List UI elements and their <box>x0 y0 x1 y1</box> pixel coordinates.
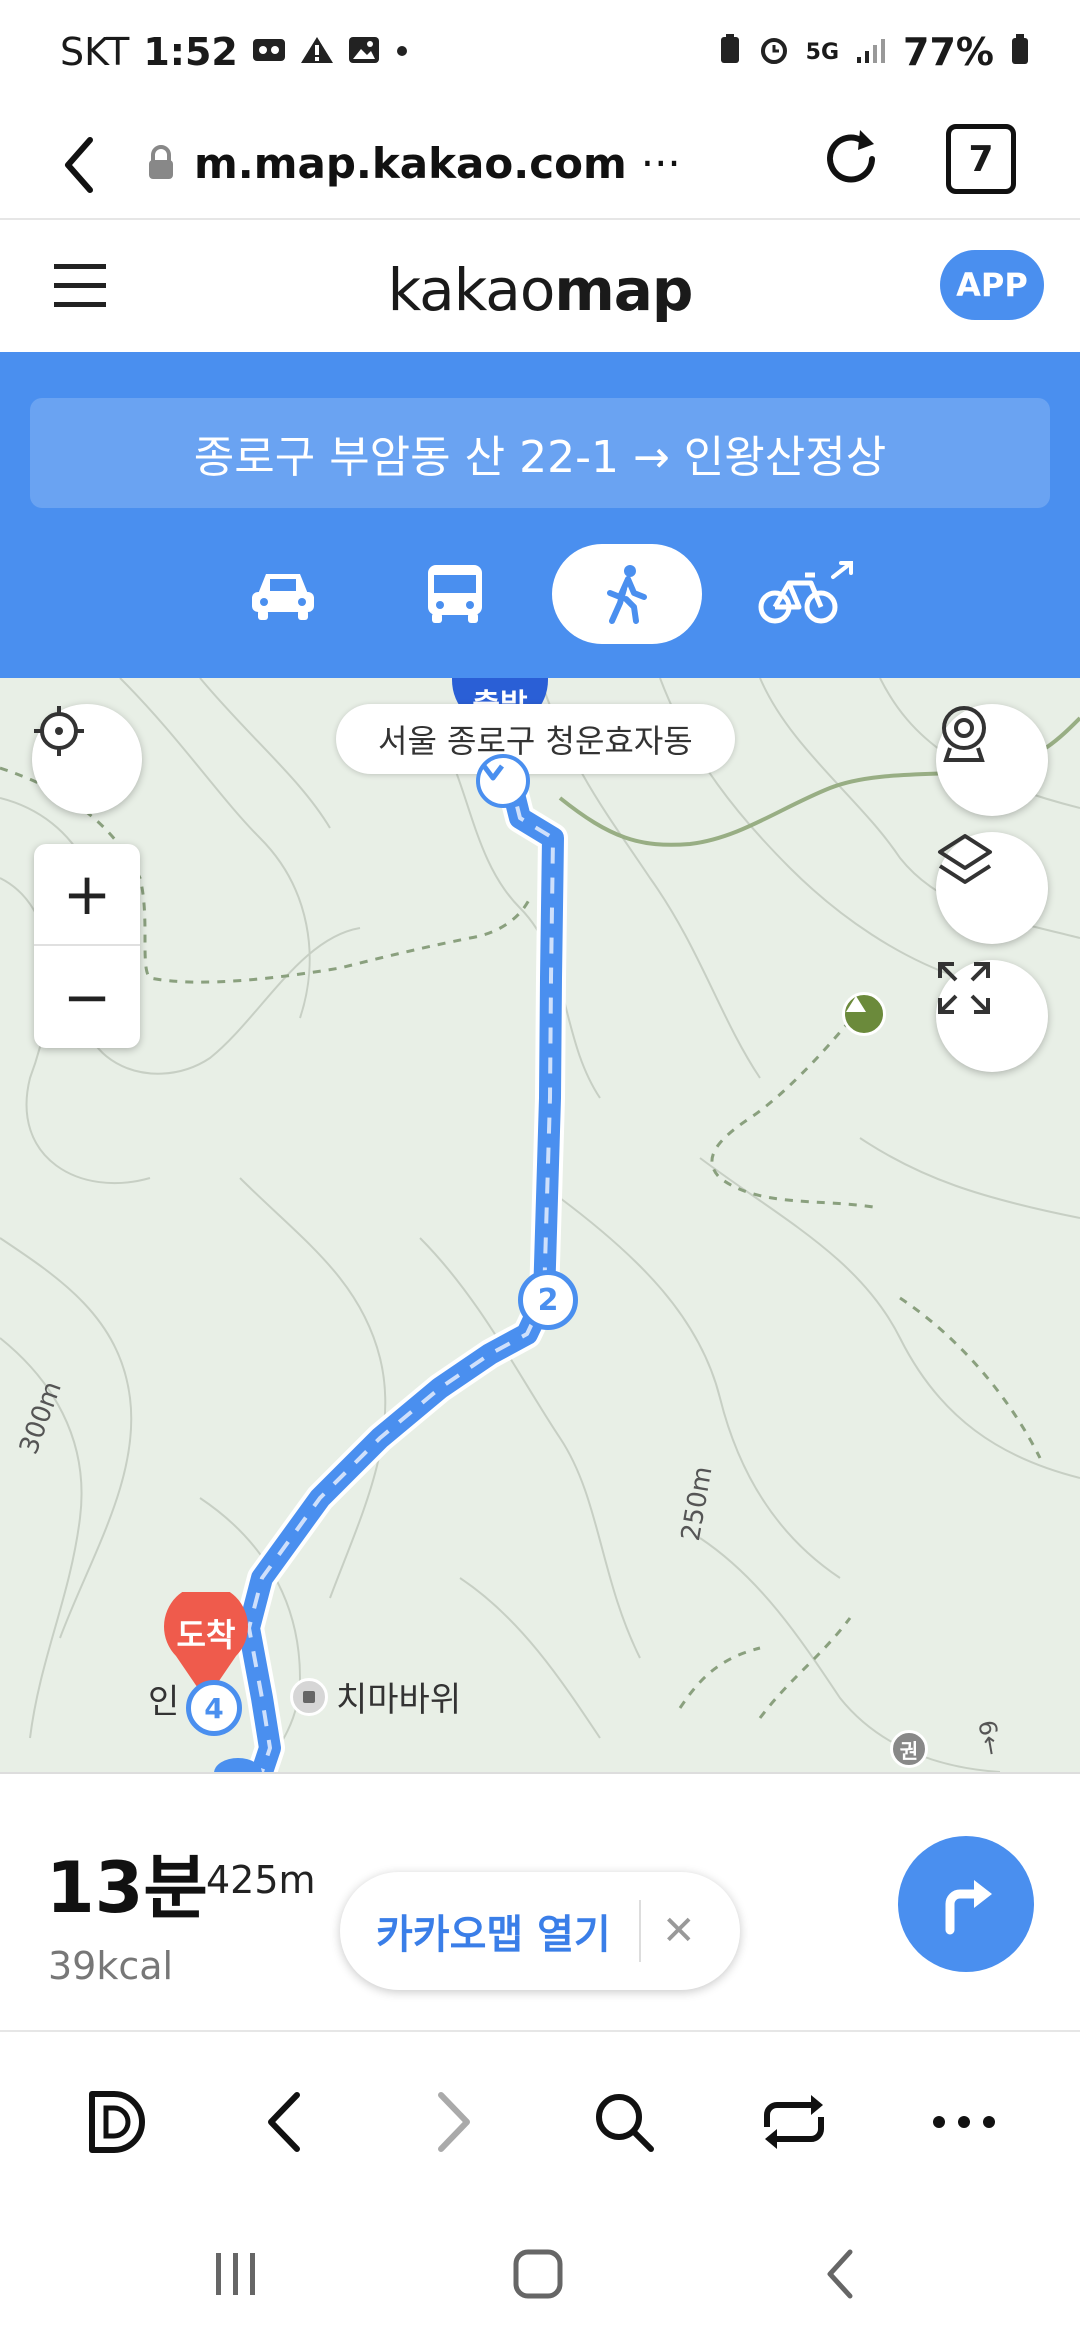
crosshair-icon <box>34 706 84 756</box>
start-waypoint[interactable] <box>476 754 530 808</box>
close-icon[interactable]: ✕ <box>641 1908 717 1954</box>
bicycle-icon <box>758 561 853 624</box>
back-icon[interactable] <box>234 2072 334 2172</box>
route-calories: 39kcal <box>48 1944 174 1988</box>
network-label: 5G <box>805 39 840 65</box>
url-text: m.map.kakao.com <box>194 138 627 188</box>
dex-icon[interactable] <box>68 2072 168 2172</box>
back-arrow-icon[interactable] <box>56 132 100 202</box>
route-duration: 13분 <box>46 1847 208 1929</box>
arrive-badge-label: 도착 <box>176 1616 236 1654</box>
alarm-icon <box>758 30 790 74</box>
status-right: 5G 77% <box>718 30 1030 74</box>
fullscreen-button[interactable] <box>936 960 1048 1072</box>
route-distance: 425m <box>206 1858 316 1902</box>
car-icon <box>252 574 314 620</box>
waypoint-4[interactable]: 4 <box>186 1680 242 1736</box>
url-field[interactable]: m.map.kakao.com ··· <box>146 130 681 196</box>
battery-percent: 77% <box>903 30 994 74</box>
battery-saver-icon <box>718 30 742 74</box>
forward-icon[interactable] <box>404 2072 504 2172</box>
walking-icon <box>607 565 647 624</box>
zoom-in-button[interactable]: + <box>34 844 140 946</box>
recent-apps-icon[interactable] <box>196 2234 276 2314</box>
logo-light: kakao <box>387 256 556 324</box>
layers-button[interactable] <box>936 832 1048 944</box>
status-left: SKT 1:52 <box>60 30 410 74</box>
url-more: ··· <box>640 138 681 188</box>
route-info-panel: 13분 425m 39kcal 카카오맵 열기 ✕ <box>0 1772 1080 2030</box>
battery-icon <box>1010 30 1030 74</box>
dot-icon <box>394 30 410 74</box>
browser-toolbar <box>0 2030 1080 2192</box>
zoom-panel: + − <box>34 844 140 1048</box>
poi-in-partial: 인 <box>148 1682 180 1722</box>
home-icon[interactable] <box>498 2234 578 2314</box>
waypoint-2[interactable]: 2 <box>518 1270 578 1330</box>
clock: 1:52 <box>143 30 238 74</box>
poi-chima-label[interactable]: 치마바위 <box>336 1672 461 1721</box>
open-kakaomap-pill: 카카오맵 열기 ✕ <box>340 1872 740 1990</box>
kakaomap-logo: kakaomap <box>0 256 1080 324</box>
mountain-peak-icon[interactable] <box>842 992 886 1036</box>
tab-count-button[interactable]: 7 <box>946 124 1016 194</box>
more-menu-icon[interactable] <box>914 2072 1014 2172</box>
search-icon[interactable] <box>574 2072 674 2172</box>
logo-bold: map <box>554 256 693 324</box>
poi-dot-icon <box>290 1678 328 1716</box>
system-navigation-bar <box>0 2190 1080 2340</box>
roadview-camera-icon <box>942 706 986 762</box>
current-location-button[interactable] <box>32 704 142 814</box>
status-bar: SKT 1:52 5G 77% <box>0 0 1080 110</box>
start-navigation-button[interactable] <box>898 1836 1034 1972</box>
signal-icon <box>855 30 887 74</box>
trail-label: 6← <box>972 1718 1007 1758</box>
carrier-label: SKT <box>60 30 130 74</box>
mode-car-button[interactable] <box>208 544 358 644</box>
route-panel: 종로구 부암동 산 22-1 → 인왕산정상 <box>0 352 1080 678</box>
zoom-out-button[interactable]: − <box>34 946 140 1048</box>
app-button[interactable]: APP <box>940 250 1044 320</box>
voicemail-icon <box>252 30 286 74</box>
expand-icon <box>938 962 990 1014</box>
app-header: kakaomap APP <box>0 220 1080 352</box>
roadview-button[interactable] <box>936 704 1048 816</box>
region-label: 서울 종로구 청운효자동 <box>336 704 735 774</box>
lock-icon <box>146 145 176 181</box>
map-view[interactable]: 출발 서울 종로구 청운효자동 2 도착 4 인 치마바위 300m 250m … <box>0 678 1080 1772</box>
reload-icon[interactable] <box>816 124 886 198</box>
mode-bus-button[interactable] <box>380 544 530 644</box>
facility-marker-icon[interactable]: 권 <box>890 1730 928 1768</box>
layers-icon <box>938 834 992 884</box>
route-summary[interactable]: 종로구 부암동 산 22-1 → 인왕산정상 <box>30 398 1050 508</box>
browser-address-bar: m.map.kakao.com ··· 7 <box>0 110 1080 220</box>
warning-icon <box>300 30 334 74</box>
chevron-down-icon <box>482 764 504 781</box>
sync-icon[interactable] <box>744 2072 844 2172</box>
open-kakaomap-button[interactable]: 카카오맵 열기 <box>340 1902 611 1960</box>
turn-right-arrow-icon <box>945 1880 992 1935</box>
image-icon <box>348 30 380 74</box>
mode-bike-button[interactable] <box>732 544 882 644</box>
bus-icon <box>428 565 482 623</box>
mode-walk-button[interactable] <box>552 544 702 644</box>
system-back-icon[interactable] <box>800 2234 880 2314</box>
